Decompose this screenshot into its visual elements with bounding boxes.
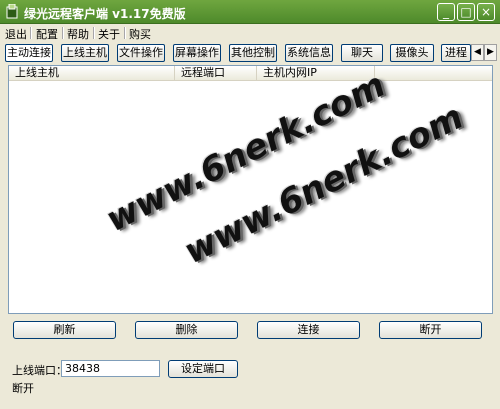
connect-button[interactable]: 连接 [257, 321, 360, 339]
port-input[interactable] [61, 360, 160, 377]
window-title: 绿光远程客户端 v1.17免费版 [24, 7, 186, 21]
set-port-button[interactable]: 设定端口 [168, 360, 238, 378]
menu-divider [124, 27, 126, 39]
host-list[interactable]: 上线主机 远程端口 主机内网IP [8, 65, 493, 314]
tab-camera[interactable]: 摄像头 [390, 44, 434, 62]
column-header-host[interactable]: 上线主机 [9, 66, 175, 80]
title-bar: 绿光远程客户端 v1.17免费版 _ □ × [0, 0, 500, 24]
maximize-button[interactable]: □ [457, 3, 475, 21]
menu-bar: 退出 配置 帮助 关于 购买 [0, 24, 500, 42]
delete-button[interactable]: 删除 [135, 321, 238, 339]
menu-config[interactable]: 配置 [36, 26, 58, 42]
close-button[interactable]: × [477, 3, 495, 21]
menu-divider [30, 27, 32, 39]
menu-about[interactable]: 关于 [98, 26, 120, 42]
tab-system-info[interactable]: 系统信息 [285, 44, 333, 62]
menu-divider [62, 27, 64, 39]
tab-strip: 主动连接 上线主机 文件操作 屏幕操作 其他控制 系统信息 聊天 摄像头 进程 [0, 43, 500, 63]
tab-process[interactable]: 进程 [441, 44, 471, 62]
tab-other-control[interactable]: 其他控制 [229, 44, 277, 62]
menu-help[interactable]: 帮助 [67, 26, 89, 42]
port-label: 上线端口： [12, 364, 67, 377]
disconnect-button[interactable]: 断开 [379, 321, 482, 339]
menu-divider [93, 27, 95, 39]
menu-exit[interactable]: 退出 [5, 26, 27, 42]
tab-scroll-right-icon[interactable]: ▶ [484, 44, 497, 61]
minimize-button[interactable]: _ [437, 3, 455, 21]
menu-buy[interactable]: 购买 [129, 26, 151, 42]
column-header-remote-port[interactable]: 远程端口 [175, 66, 257, 80]
status-text: 断开 [12, 382, 34, 395]
tab-file-ops[interactable]: 文件操作 [117, 44, 165, 62]
tab-scroll-left-icon[interactable]: ◀ [471, 44, 484, 61]
refresh-button[interactable]: 刷新 [13, 321, 116, 339]
app-icon [6, 4, 18, 19]
tab-online-hosts[interactable]: 上线主机 [61, 44, 109, 62]
tab-active-connect[interactable]: 主动连接 [5, 44, 53, 62]
list-header: 上线主机 远程端口 主机内网IP [9, 66, 492, 81]
tab-chat[interactable]: 聊天 [341, 44, 383, 62]
tab-screen-ops[interactable]: 屏幕操作 [173, 44, 221, 62]
